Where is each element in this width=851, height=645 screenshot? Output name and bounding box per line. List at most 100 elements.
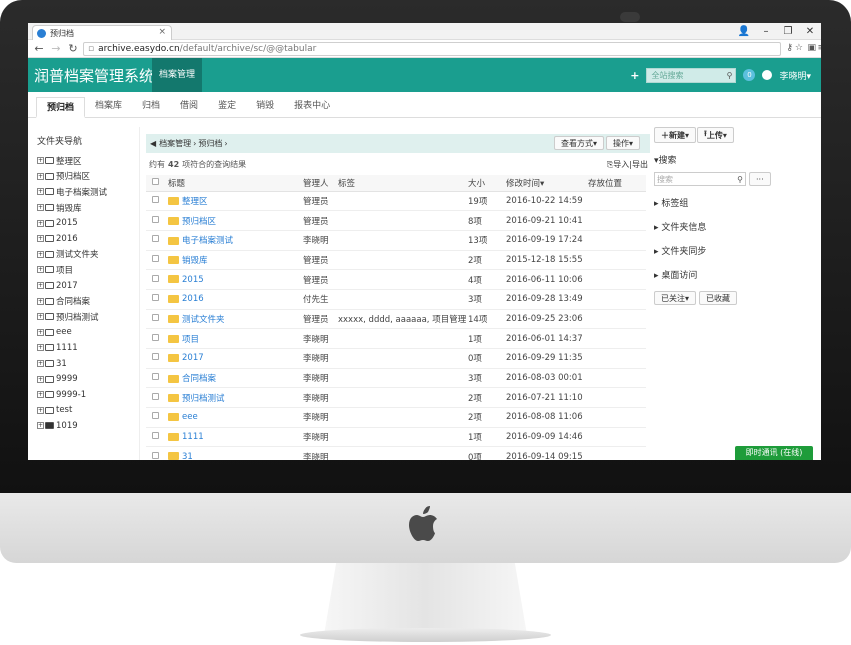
section-folder-info[interactable]: ▸ 文件夹信息 <box>654 216 819 240</box>
expand-icon[interactable]: + <box>37 297 44 305</box>
row-checkbox[interactable] <box>152 451 159 459</box>
restore-icon[interactable]: ❐ <box>777 24 799 39</box>
close-window-icon[interactable]: ✕ <box>799 24 821 39</box>
expand-icon[interactable]: + <box>37 406 44 414</box>
view-mode-button[interactable]: 查看方式 ▾ <box>553 136 604 150</box>
row-title-link[interactable]: 1111 <box>182 432 204 442</box>
col-title[interactable]: 标题 <box>168 175 303 192</box>
tab-report-center[interactable]: 报表中心 <box>284 96 340 117</box>
table-row[interactable]: 销毁库 管理员 2项 2015-12-18 15:55 <box>146 250 646 271</box>
sidebar-item[interactable]: + 合同档案 <box>28 293 139 309</box>
close-tab-icon[interactable]: × <box>158 27 166 37</box>
expand-icon[interactable]: + <box>37 250 44 258</box>
sidebar-item[interactable]: + test <box>28 403 139 419</box>
table-row[interactable]: 电子档案测试 李晓明 13项 2016-09-19 17:24 <box>146 230 646 251</box>
section-desktop-access[interactable]: ▸ 桌面访问 <box>654 264 819 288</box>
sidebar-item[interactable]: + 电子档案测试 <box>28 184 139 200</box>
row-checkbox[interactable] <box>152 353 159 361</box>
extension-icon[interactable]: ▣ <box>807 43 816 53</box>
col-size[interactable]: 大小 <box>468 175 506 192</box>
row-title-link[interactable]: 测试文件夹 <box>182 315 225 325</box>
table-row[interactable]: 预归档区 管理员 8项 2016-09-21 10:41 <box>146 210 646 231</box>
notification-badge[interactable]: 0 <box>743 69 756 81</box>
expand-icon[interactable]: + <box>37 282 44 290</box>
sidebar-item[interactable]: + 销毁库 <box>28 200 139 216</box>
row-title-link[interactable]: 2016 <box>182 294 204 304</box>
plus-icon[interactable]: + <box>630 69 639 82</box>
col-manager[interactable]: 管理人 <box>303 175 338 192</box>
sidebar-item[interactable]: +1019 <box>28 418 139 434</box>
table-row[interactable]: 2017 李晓明 0项 2016-09-29 11:35 <box>146 348 646 369</box>
expand-icon[interactable]: + <box>37 422 44 430</box>
menu-icon[interactable]: ≡ <box>817 43 821 53</box>
table-row[interactable]: 1111 李晓明 1项 2016-09-09 14:46 <box>146 427 646 448</box>
select-all-checkbox[interactable] <box>152 177 159 185</box>
row-checkbox[interactable] <box>152 274 159 282</box>
new-button[interactable]: ＋新建 ▾ <box>654 127 697 143</box>
row-checkbox[interactable] <box>152 294 159 302</box>
user-menu[interactable]: 李晓明▾ <box>779 69 811 82</box>
sidebar-item[interactable]: +2017 <box>28 278 139 294</box>
row-checkbox[interactable] <box>152 392 159 400</box>
section-folder-sync[interactable]: ▸ 文件夹同步 <box>654 240 819 264</box>
expand-icon[interactable]: + <box>37 375 44 383</box>
tab-archive-library[interactable]: 档案库 <box>85 96 132 117</box>
row-title-link[interactable]: 预归档区 <box>182 217 216 227</box>
row-checkbox[interactable] <box>152 373 159 381</box>
row-checkbox[interactable] <box>152 235 159 243</box>
reload-icon[interactable]: ↻ <box>66 42 80 55</box>
minimize-icon[interactable]: – <box>755 24 777 39</box>
globe-icon[interactable] <box>762 70 773 80</box>
tab-destruction[interactable]: 销毁 <box>246 96 284 117</box>
tab-pre-archive[interactable]: 预归档 <box>36 97 86 118</box>
sidebar-item[interactable]: +2016 <box>28 231 139 247</box>
sidebar-item[interactable]: +1111 <box>28 340 139 356</box>
section-tag-group[interactable]: ▸ 标签组 <box>654 192 819 216</box>
expand-icon[interactable]: + <box>37 266 44 274</box>
upload-button[interactable]: ⭱ 上传 ▾ <box>697 127 734 143</box>
row-title-link[interactable]: 整理区 <box>182 197 208 207</box>
row-checkbox[interactable] <box>152 313 159 321</box>
expand-icon[interactable]: + <box>37 391 44 399</box>
expand-icon[interactable]: + <box>37 360 44 368</box>
table-row[interactable]: 预归档测试 李晓明 2项 2016-07-21 11:10 <box>146 387 646 409</box>
row-title-link[interactable]: 销毁库 <box>182 256 208 266</box>
sidebar-item[interactable]: +31 <box>28 356 139 372</box>
row-title-link[interactable]: 项目 <box>182 335 199 345</box>
row-title-link[interactable]: 电子档案测试 <box>182 236 233 246</box>
back-circle-icon[interactable]: ◀ <box>150 139 156 148</box>
sidebar-item[interactable]: +2015 <box>28 215 139 231</box>
row-title-link[interactable]: eee <box>182 412 198 422</box>
panel-search-input[interactable]: 搜索 ⚲ <box>654 172 746 186</box>
key-icon[interactable]: ⚷ <box>786 43 793 53</box>
table-row[interactable]: eee 李晓明 2项 2016-08-08 11:06 <box>146 407 646 428</box>
sidebar-item[interactable]: +9999-1 <box>28 387 139 403</box>
row-title-link[interactable]: 合同档案 <box>182 374 216 384</box>
instant-messaging-button[interactable]: 即时通讯 (在线) <box>735 446 813 460</box>
favorited-button[interactable]: 已收藏 <box>699 291 738 305</box>
table-row[interactable]: 合同档案 李晓明 3项 2016-08-03 00:01 <box>146 368 646 389</box>
row-title-link[interactable]: 2017 <box>182 353 204 363</box>
sidebar-item[interactable]: + 预归档区 <box>28 169 139 185</box>
expand-icon[interactable]: + <box>37 188 44 196</box>
tab-appraisal[interactable]: 鉴定 <box>208 96 246 117</box>
breadcrumb-current[interactable]: 预归档 <box>198 138 222 149</box>
expand-icon[interactable]: + <box>37 172 44 180</box>
search-icon[interactable]: ⚲ <box>737 175 745 184</box>
expand-icon[interactable]: + <box>37 157 44 165</box>
col-modified[interactable]: 修改时间▾ <box>506 175 588 192</box>
row-checkbox[interactable] <box>152 412 159 420</box>
row-checkbox[interactable] <box>152 215 159 223</box>
table-row[interactable]: 项目 李晓明 1项 2016-06-01 14:37 <box>146 328 646 349</box>
table-row[interactable]: 2015 管理员 4项 2016-06-11 10:06 <box>146 269 646 290</box>
row-checkbox[interactable] <box>152 333 159 341</box>
breadcrumb-root[interactable]: 档案管理 <box>159 138 191 149</box>
row-title-link[interactable]: 预归档测试 <box>182 394 225 404</box>
bookmark-star-icon[interactable]: ☆ <box>795 43 803 53</box>
url-field[interactable]: ▫ archive.easydo.cn /default/archive/sc/… <box>83 41 781 56</box>
followed-button[interactable]: 已关注 ▾ <box>654 291 697 305</box>
row-title-link[interactable]: 31 <box>182 452 193 460</box>
sidebar-item[interactable]: + 预归档测试 <box>28 309 139 325</box>
user-profile-icon[interactable]: 👤 <box>733 24 755 39</box>
row-checkbox[interactable] <box>152 195 159 203</box>
